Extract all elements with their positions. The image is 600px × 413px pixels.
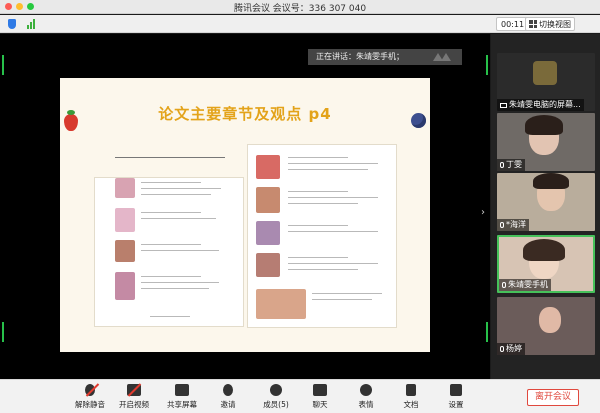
share-frame-corner — [2, 322, 4, 342]
share-screen-button[interactable]: 共享屏幕 — [162, 384, 202, 412]
chat-icon — [313, 384, 327, 396]
participant-name-tag: 朱靖雯手机 — [499, 279, 551, 291]
share-frame-corner — [2, 55, 4, 75]
meeting-window: 腾讯会议 会议号：336 307 040 00:11 切换视图 正在讲话：朱靖雯… — [0, 0, 600, 413]
start-video-button[interactable]: 开启视频 — [114, 384, 154, 412]
members-icon — [270, 384, 282, 396]
slide-title: 论文主要章节及观点 p4 — [158, 105, 332, 123]
leave-meeting-button[interactable]: 离开会议 — [527, 389, 579, 406]
settings-button[interactable]: 设置 — [436, 384, 476, 412]
meeting-topbar: 00:11 切换视图 — [0, 15, 600, 33]
share-frame-corner — [486, 55, 488, 75]
speaker-label: 正在讲话：朱靖雯手机； — [316, 52, 404, 61]
participant-tile-active-speaker[interactable]: 朱靖雯手机 — [497, 235, 595, 293]
invite-button[interactable]: 邀请 — [208, 384, 248, 412]
meeting-controls-bar: 解除静音 开启视频 共享屏幕 邀请 成员(5) 聊天 表情 文档 设置 离开会议 — [0, 379, 600, 413]
document-icon — [406, 384, 416, 396]
mic-muted-icon — [85, 384, 95, 396]
title-bar: 腾讯会议 会议号：336 307 040 — [0, 0, 600, 14]
avatar — [533, 61, 557, 85]
emoji-button[interactable]: 表情 — [346, 384, 386, 412]
network-signal-icon[interactable] — [27, 19, 37, 29]
participant-tile[interactable]: 杨婷 — [497, 297, 595, 355]
participant-name-tag: 杨婷 — [497, 343, 525, 355]
chat-button[interactable]: 聊天 — [300, 384, 340, 412]
window-title: 腾讯会议 会议号：336 307 040 — [233, 4, 367, 14]
document-button[interactable]: 文档 — [391, 384, 431, 412]
unmute-button[interactable]: 解除静音 — [70, 384, 110, 412]
grid-view-icon — [529, 20, 537, 28]
share-screen-icon — [175, 384, 189, 396]
invite-icon — [223, 384, 233, 396]
active-speaker-indicator: 正在讲话：朱靖雯手机； — [308, 49, 462, 65]
share-frame-corner — [486, 322, 488, 342]
participant-tile[interactable]: *海洋 — [497, 173, 595, 231]
security-shield-icon[interactable] — [8, 19, 16, 29]
screen-share-icon — [500, 102, 507, 108]
document-page-right — [247, 144, 397, 328]
participant-name-tag: *海洋 — [497, 219, 529, 231]
microphone-icon — [500, 222, 504, 228]
settings-icon — [450, 384, 462, 396]
document-page-left — [94, 157, 244, 327]
participant-name-tag: 朱靖雯电脑的屏幕... — [497, 99, 584, 111]
blueberry-decoration-icon — [411, 113, 426, 128]
participant-tile[interactable]: 丁雯 — [497, 113, 595, 171]
camera-off-icon — [127, 384, 141, 396]
microphone-icon — [500, 162, 504, 168]
tencent-meeting-logo-icon — [433, 53, 451, 61]
members-button[interactable]: 成员(5) — [256, 384, 296, 412]
switch-view-button[interactable]: 切换视图 — [525, 17, 575, 31]
switch-view-label: 切换视图 — [539, 19, 571, 29]
emoji-icon — [360, 384, 372, 396]
chevron-right-icon[interactable]: › — [481, 207, 485, 218]
participant-tile[interactable]: 朱靖雯电脑的屏幕... — [497, 53, 595, 111]
microphone-icon — [502, 282, 506, 288]
microphone-icon — [500, 346, 504, 352]
participant-name-tag: 丁雯 — [497, 159, 525, 171]
presentation-slide: 论文主要章节及观点 p4 — [60, 78, 430, 352]
